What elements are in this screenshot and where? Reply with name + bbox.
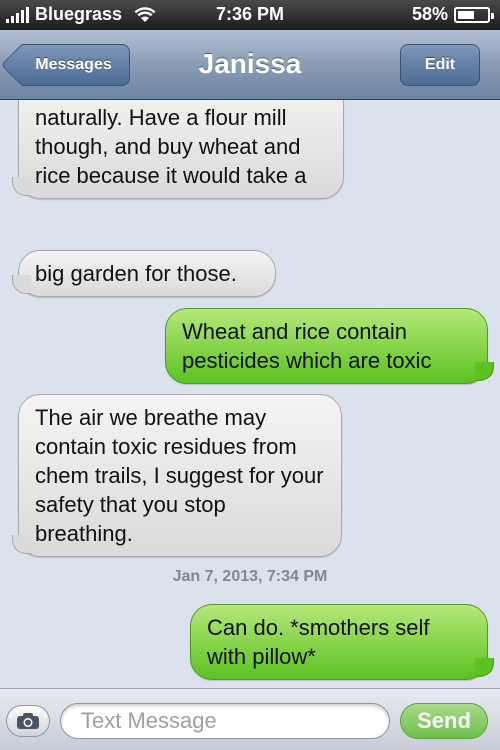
battery-icon bbox=[454, 6, 494, 23]
status-right: 58% bbox=[411, 4, 494, 25]
message-input-bar: Send bbox=[0, 688, 500, 750]
send-button[interactable]: Send bbox=[400, 703, 488, 739]
battery-percent: 58% bbox=[411, 4, 448, 24]
status-bar: Bluegrass 7:36 PM 58% bbox=[0, 0, 500, 30]
edit-button[interactable]: Edit bbox=[400, 44, 480, 86]
camera-icon bbox=[17, 713, 39, 729]
message-bubble-incoming[interactable]: naturally. Have a flour mill though, and… bbox=[12, 100, 344, 199]
battery-fill bbox=[458, 10, 475, 19]
camera-button[interactable] bbox=[6, 705, 50, 737]
message-bubble-outgoing[interactable]: Can do. *smothers self with pillow* bbox=[190, 604, 494, 680]
battery-nub bbox=[491, 12, 494, 19]
back-button-label: Messages bbox=[35, 56, 112, 73]
text-message-input[interactable] bbox=[60, 703, 390, 739]
message-bubble-incoming[interactable]: The air we breathe may contain toxic res… bbox=[12, 394, 342, 557]
message-bubble-outgoing[interactable]: Wheat and rice contain pesticides which … bbox=[165, 308, 494, 384]
conversation[interactable]: naturally. Have a flour mill though, and… bbox=[0, 100, 500, 688]
navigation-bar: Messages Janissa Edit bbox=[0, 30, 500, 100]
message-bubble-incoming[interactable]: big garden for those. bbox=[12, 250, 276, 297]
message-timestamp: Jan 7, 2013, 7:34 PM bbox=[172, 568, 328, 585]
